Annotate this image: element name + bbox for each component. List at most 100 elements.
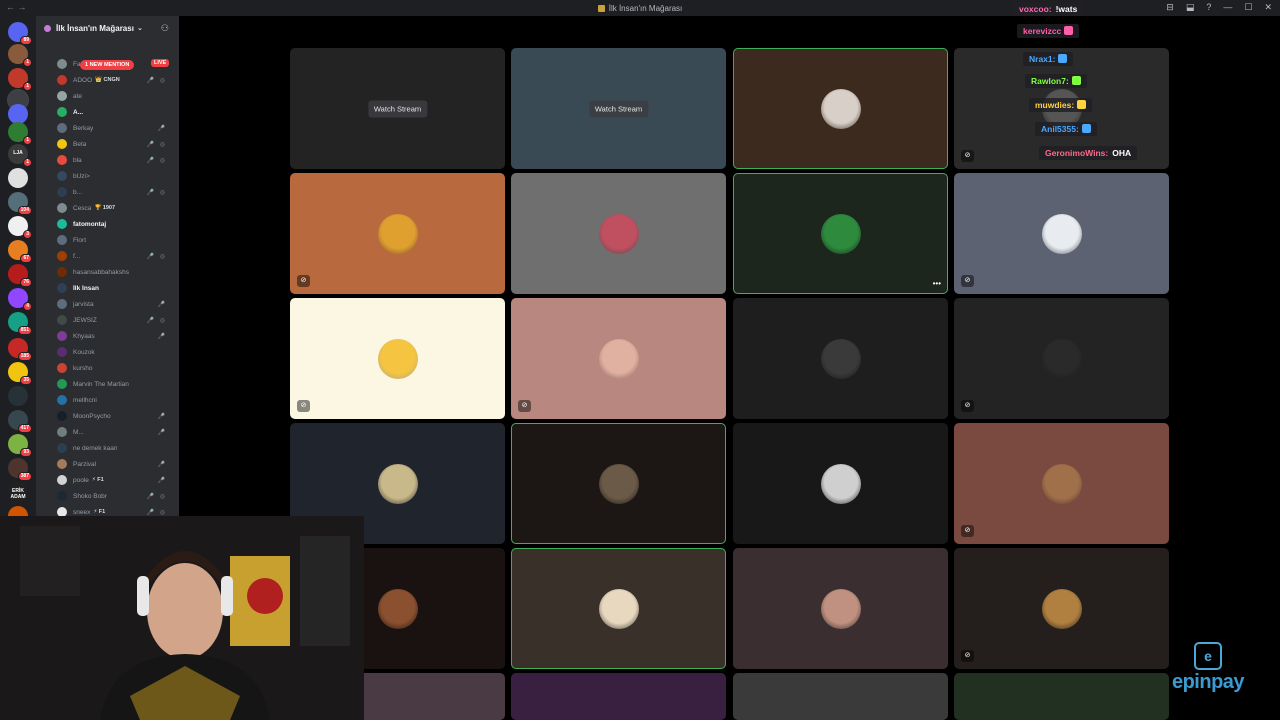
participant-tile[interactable]: [954, 673, 1169, 720]
member-item[interactable]: ate: [57, 89, 175, 103]
server-icon-15[interactable]: 35: [8, 362, 32, 385]
participant-tile[interactable]: [511, 423, 726, 544]
member-item[interactable]: MoonPsycho 🎤: [57, 409, 175, 423]
member-item[interactable]: Khyaas 🎤: [57, 329, 175, 343]
member-item[interactable]: poole ⚡ F1 🎤: [57, 473, 175, 487]
member-item[interactable]: Berkay 🎤: [57, 121, 175, 135]
server-icon-5[interactable]: 1: [8, 122, 32, 145]
member-item[interactable]: jarvista 🎤: [57, 297, 175, 311]
member-item[interactable]: JEWSIZ 🎤 ◎: [57, 313, 175, 327]
member-item[interactable]: Marvin The Martian: [57, 377, 175, 391]
member-item[interactable]: M... 🎤: [57, 425, 175, 439]
server-icon-10[interactable]: 67: [8, 240, 32, 263]
server-icon-20[interactable]: ERİK ADAM: [8, 482, 28, 502]
participant-tile[interactable]: [733, 423, 948, 544]
member-item[interactable]: b... 🎤 ◎: [57, 185, 175, 199]
server-icon-9[interactable]: 3: [8, 216, 32, 239]
participant-tile[interactable]: [511, 173, 726, 294]
discord-home-icon[interactable]: 89: [8, 22, 32, 45]
participant-avatar: [377, 213, 418, 254]
member-item[interactable]: Cesca 🏆 1907: [57, 201, 175, 215]
chat-message: Rawlon7:: [1025, 74, 1087, 88]
participant-tile[interactable]: •••: [733, 173, 948, 294]
member-item[interactable]: bla 🎤 ◎: [57, 153, 175, 167]
participant-tile[interactable]: ⊘: [954, 173, 1169, 294]
chat-message: Anil5355:: [1035, 122, 1097, 136]
participant-tile[interactable]: [733, 673, 948, 720]
member-name: ne demek kaan: [73, 444, 118, 452]
chat-username: GeronimoWins:: [1045, 148, 1109, 158]
server-icon-17[interactable]: 417: [8, 410, 32, 433]
participant-tile[interactable]: ⊘: [511, 298, 726, 419]
member-name: f...: [73, 252, 81, 260]
window-control-3[interactable]: —: [1223, 2, 1232, 13]
server-header[interactable]: İlk İnsan'ın Mağarası ⌄ ⚇: [36, 16, 179, 40]
participant-tile[interactable]: ⊘: [954, 548, 1169, 669]
watch-stream-button[interactable]: Watch Stream: [588, 100, 649, 117]
window-control-4[interactable]: ☐: [1244, 2, 1252, 13]
chat-message: Nrax1:: [1023, 52, 1074, 66]
server-icon-13[interactable]: 851: [8, 312, 32, 335]
server-icon-8[interactable]: 104: [8, 192, 32, 215]
more-options-icon[interactable]: •••: [933, 279, 941, 288]
member-item[interactable]: Shoko Bobr 🎤 ◎: [57, 489, 175, 503]
server-icon: [597, 4, 605, 12]
stream-tile[interactable]: Watch Stream: [511, 48, 726, 169]
participant-tile[interactable]: ⊘: [954, 298, 1169, 419]
server-icon-6[interactable]: LJA 1: [8, 144, 32, 167]
member-item[interactable]: Parzival 🎤: [57, 457, 175, 471]
server-icon-7[interactable]: [8, 168, 28, 188]
new-mention-pill[interactable]: 1 NEW MENTION: [80, 60, 135, 70]
window-control-1[interactable]: ⬓: [1186, 2, 1195, 13]
server-icon-4[interactable]: [8, 104, 28, 124]
member-item[interactable]: kursho: [57, 361, 175, 375]
member-item[interactable]: Kouzok: [57, 345, 175, 359]
member-item[interactable]: f... 🎤 ◎: [57, 249, 175, 263]
member-name: kursho: [73, 364, 93, 372]
watch-stream-button[interactable]: Watch Stream: [367, 100, 428, 117]
participant-tile[interactable]: ⊘: [954, 423, 1169, 544]
add-friend-icon[interactable]: ⚇: [161, 23, 169, 34]
server-icon-11[interactable]: 76: [8, 264, 32, 287]
member-item[interactable]: Beta 🎤 ◎: [57, 137, 175, 151]
member-item[interactable]: mellhcni: [57, 393, 175, 407]
member-item[interactable]: ADOO 👑 CNGN 🎤 ◎: [57, 73, 175, 87]
participant-tile[interactable]: ⊘: [290, 173, 505, 294]
server-icon-14[interactable]: 185: [8, 338, 32, 361]
server-icon-2[interactable]: 1: [8, 68, 32, 91]
stream-tile[interactable]: Watch Stream: [290, 48, 505, 169]
window-control-5[interactable]: ✕: [1264, 2, 1272, 13]
member-item[interactable]: hasansabbahakshs: [57, 265, 175, 279]
server-badge: 417: [17, 424, 32, 433]
member-item[interactable]: fatomontaj: [57, 217, 175, 231]
participant-tile[interactable]: [511, 673, 726, 720]
avatar: [57, 155, 67, 165]
participant-tile[interactable]: [733, 548, 948, 669]
member-item[interactable]: A...: [57, 105, 175, 119]
participant-tile[interactable]: [511, 548, 726, 669]
server-icon-12[interactable]: 4: [8, 288, 32, 311]
participant-tile[interactable]: [733, 298, 948, 419]
participant-tile[interactable]: ⊘: [290, 298, 505, 419]
member-item[interactable]: bUzi>: [57, 169, 175, 183]
member-sidebar: İlk İnsan'ın Mağarası ⌄ ⚇ Fa...ADOO👑 CNG…: [36, 16, 179, 516]
chevron-down-icon[interactable]: ⌄: [137, 24, 143, 32]
member-item[interactable]: ne demek kaan: [57, 441, 175, 455]
member-item[interactable]: Flort: [57, 233, 175, 247]
chat-message: voxcoo: !wats: [1013, 2, 1084, 16]
server-icon-1[interactable]: 1: [8, 44, 32, 67]
member-item[interactable]: İlk İnsan: [57, 281, 175, 295]
member-item[interactable]: sneex ⚡ F1 🎤 ◎: [57, 505, 175, 516]
participant-tile[interactable]: [733, 48, 948, 169]
member-name: M...: [73, 428, 84, 436]
window-control-2[interactable]: ?: [1206, 2, 1211, 13]
server-badge: 185: [17, 352, 32, 361]
server-badge: 1: [23, 82, 32, 91]
server-icon-18[interactable]: 93: [8, 434, 32, 457]
server-badge: 89: [20, 36, 32, 45]
server-icon-16[interactable]: [8, 386, 28, 406]
avatar: [57, 443, 67, 453]
participant-avatar: [1041, 588, 1082, 629]
server-icon-19[interactable]: 387: [8, 458, 32, 481]
member-name: Shoko Bobr: [73, 492, 107, 500]
